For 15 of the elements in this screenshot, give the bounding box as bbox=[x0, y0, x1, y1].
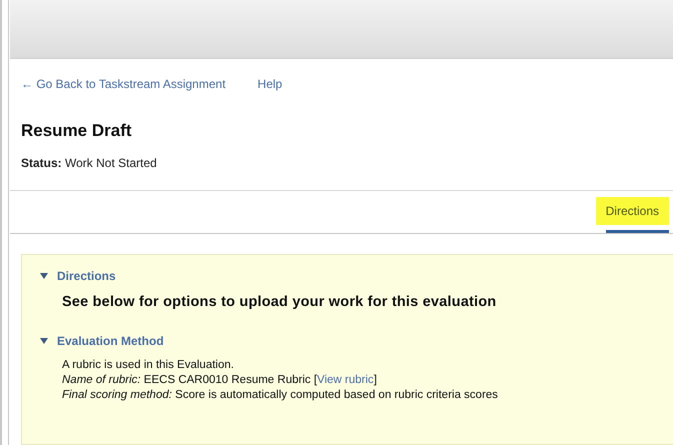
detail-line: A rubric is used in this Evaluation. bbox=[62, 358, 235, 373]
collapse-icon bbox=[40, 273, 48, 279]
section-toggle[interactable]: Directions bbox=[40, 269, 673, 283]
collapse-icon bbox=[40, 338, 48, 344]
nav-link[interactable]: ← Go Back to Taskstream Assignment bbox=[21, 77, 226, 91]
page-title: Resume Draft bbox=[21, 121, 133, 141]
detail-line: Name of rubric: EECS CAR0010 Resume Rubric [View rubric] bbox=[62, 373, 378, 388]
tab[interactable]: Directions bbox=[596, 191, 669, 233]
status-text: Status: Work Not Started bbox=[21, 156, 158, 170]
nav-link[interactable]: Help bbox=[258, 77, 282, 91]
view-rubric-link[interactable]: View rubric bbox=[317, 374, 374, 386]
highlighted-label: Directions bbox=[596, 197, 669, 225]
detail-line: Final scoring method: Score is automatically computed based on rubric criteria scores bbox=[62, 388, 499, 403]
directions-text: See below for options to upload your work for this evaluation bbox=[62, 294, 498, 310]
section-toggle[interactable]: Evaluation Method bbox=[40, 334, 673, 348]
